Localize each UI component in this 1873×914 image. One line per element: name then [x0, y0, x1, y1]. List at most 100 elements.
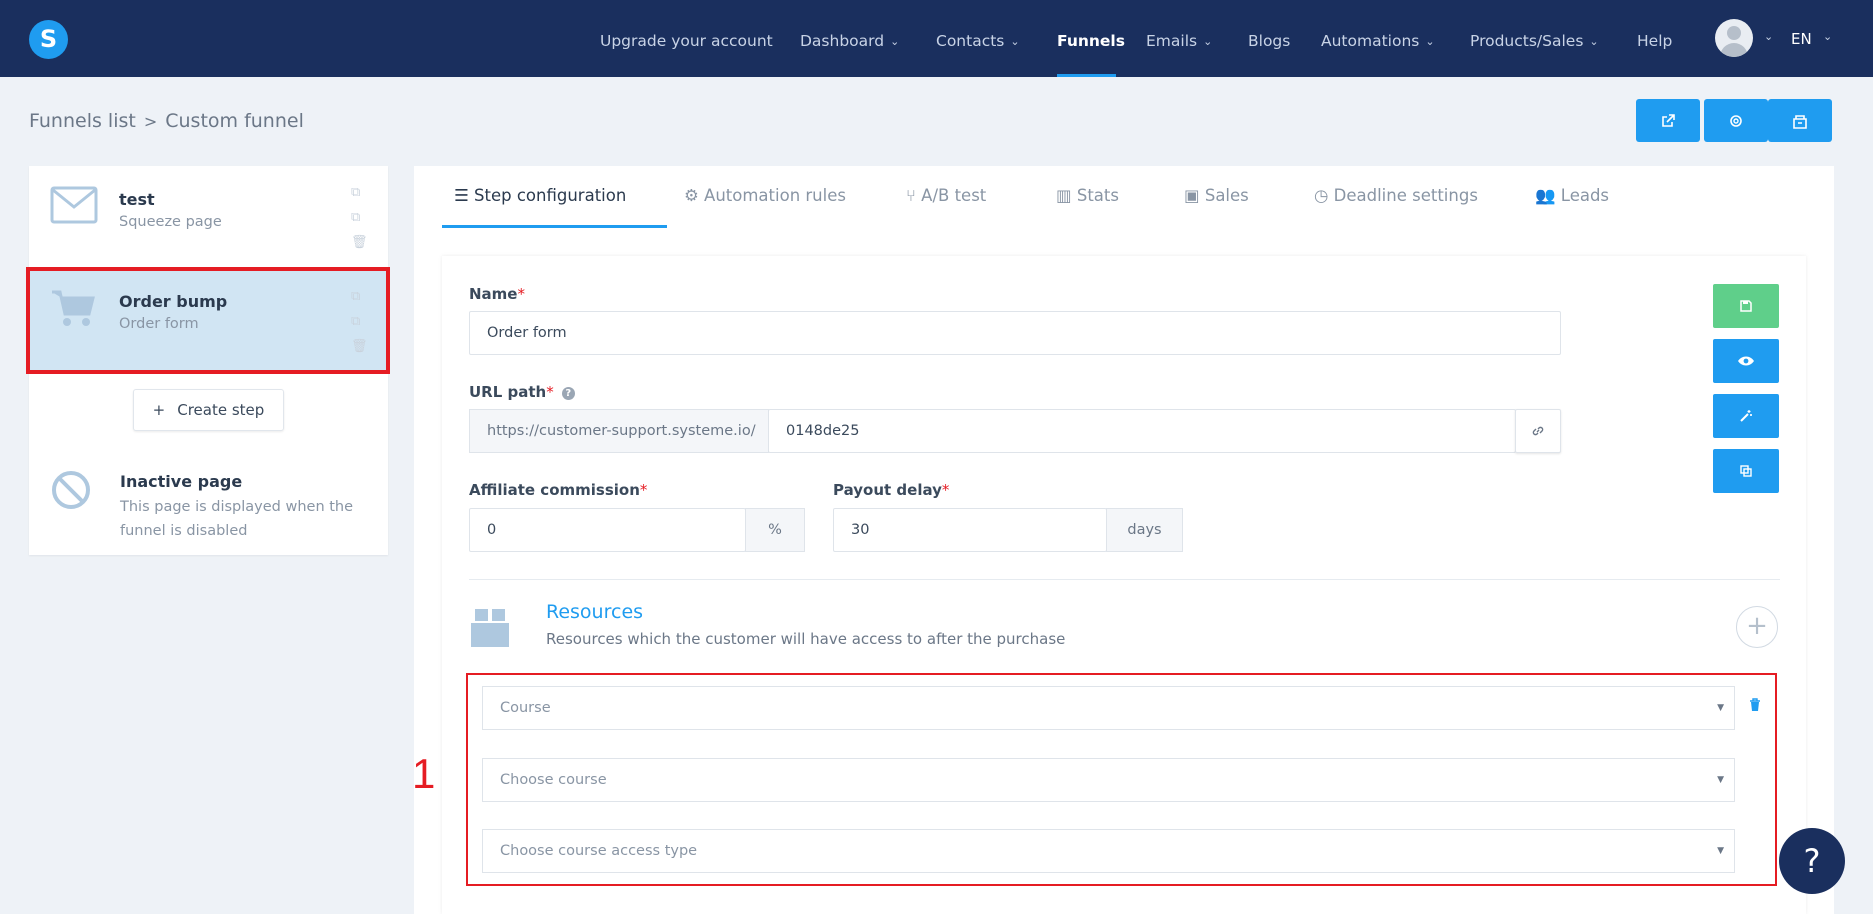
required-mark: * [639, 481, 648, 499]
duplicate-button[interactable] [1713, 449, 1779, 493]
tab-leads[interactable]: 👥 Leads [1535, 186, 1609, 206]
resource-type-select[interactable]: Course ▼ [482, 686, 1735, 730]
language-selector[interactable]: EN [1791, 30, 1812, 48]
step-subtitle-line2: funnel is disabled [120, 523, 248, 539]
systeme-logo[interactable]: S [29, 20, 68, 59]
top-navbar: S Upgrade your account Dashboard ⌄ Contac… [0, 0, 1873, 77]
copy-icon[interactable]: ⧉ [351, 284, 368, 309]
funnel-step-test[interactable]: test Squeeze page ⧉ ⧉ 🗑 [29, 166, 388, 267]
funnel-settings-button[interactable] [1704, 99, 1768, 142]
nav-products-sales[interactable]: Products/Sales ⌄ [1470, 0, 1599, 77]
tab-step-configuration[interactable]: ☰ Step configuration [454, 186, 626, 205]
select-value: Choose course [500, 772, 607, 788]
trash-icon[interactable]: 🗑 [351, 230, 368, 255]
edit-page-button[interactable] [1713, 394, 1779, 438]
tab-label: Automation rules [704, 186, 846, 205]
course-access-type-select[interactable]: Choose course access type ▼ [482, 829, 1735, 873]
tab-label: A/B test [921, 186, 987, 205]
nav-label: Help [1637, 32, 1673, 50]
section-divider [469, 579, 1780, 580]
choose-course-select[interactable]: Choose course ▼ [482, 758, 1735, 802]
nav-label: Dashboard [800, 32, 885, 50]
step-subtitle: Squeeze page [119, 214, 222, 230]
days-addon: days [1106, 508, 1183, 552]
tab-ab-test[interactable]: ⑂ A/B test [906, 186, 986, 205]
copy-icon[interactable]: ⧉ [351, 180, 368, 205]
label-text: Payout delay [833, 481, 942, 499]
breadcrumb-current: Custom funnel [165, 110, 304, 132]
caret-down-icon: ▼ [1717, 703, 1724, 713]
money-icon: ▣ [1184, 186, 1205, 205]
required-mark: * [517, 285, 525, 303]
nav-help[interactable]: Help [1637, 0, 1672, 77]
tab-label: Step configuration [474, 186, 627, 205]
url-path-label: URL path*? [469, 383, 575, 401]
user-avatar[interactable] [1715, 19, 1753, 57]
nav-label: Upgrade your account [600, 32, 773, 50]
caret-down-icon: ▼ [1717, 775, 1724, 785]
copy-url-button[interactable] [1515, 409, 1561, 453]
nav-upgrade-account[interactable]: Upgrade your account [600, 0, 773, 77]
payout-delay-input[interactable]: 30 [833, 508, 1107, 552]
magic-wand-icon [1740, 410, 1752, 422]
name-input[interactable]: Order form [469, 311, 1561, 355]
inactive-page-step[interactable]: Inactive page This page is displayed whe… [29, 465, 388, 550]
tab-label: Leads [1560, 186, 1610, 205]
chevron-down-icon: ⌄ [1589, 35, 1599, 48]
save-button[interactable] [1713, 284, 1779, 328]
annotation-number: 1 [412, 750, 436, 797]
chevron-down-icon[interactable]: ⌄ [1764, 30, 1773, 43]
nav-label: Blogs [1248, 32, 1291, 50]
bar-chart-icon: ▥ [1056, 186, 1077, 205]
breadcrumb-funnels-list[interactable]: Funnels list [29, 110, 136, 132]
delete-resource-button[interactable] [1749, 697, 1761, 716]
marketplace-button[interactable] [1768, 99, 1832, 142]
tab-deadline-settings[interactable]: ◷ Deadline settings [1314, 186, 1478, 205]
url-path-input[interactable]: 0148de25 [768, 409, 1516, 453]
question-icon[interactable]: ? [561, 387, 575, 400]
breadcrumb-separator: > [143, 112, 158, 131]
settings-icon [1730, 114, 1742, 127]
tab-automation-rules[interactable]: ⚙ Automation rules [684, 186, 846, 205]
nav-label: Products/Sales [1470, 32, 1584, 50]
funnel-step-order-bump[interactable]: Order bump Order form ⧉ ⧉ 🗑 [29, 270, 388, 371]
open-funnel-button[interactable] [1636, 99, 1700, 142]
url-prefix: https://customer-support.systeme.io/ [469, 409, 769, 453]
help-chat-button[interactable]: ? [1779, 828, 1845, 894]
nav-automations[interactable]: Automations ⌄ [1321, 0, 1435, 77]
nav-contacts[interactable]: Contacts ⌄ [936, 0, 1020, 77]
copy-icon [1740, 465, 1752, 477]
nav-funnels[interactable]: Funnels [1057, 0, 1125, 77]
tab-label: Deadline settings [1333, 186, 1478, 205]
nav-blogs[interactable]: Blogs [1248, 0, 1290, 77]
step-title: Inactive page [120, 472, 243, 491]
step-title: test [119, 190, 155, 209]
tab-sales[interactable]: ▣ Sales [1184, 186, 1249, 205]
create-step-button[interactable]: + Create step [133, 389, 284, 431]
label-text: URL path [469, 383, 547, 401]
trash-icon[interactable]: 🗑 [351, 334, 368, 359]
step-actions: ⧉ ⧉ 🗑 [351, 284, 368, 359]
gears-icon: ⚙ [684, 186, 705, 205]
envelope-icon [50, 186, 98, 224]
affiliate-commission-label: Affiliate commission* [469, 481, 647, 499]
nav-dashboard[interactable]: Dashboard ⌄ [800, 0, 899, 77]
clone-icon[interactable]: ⧉ [351, 309, 368, 334]
clone-icon[interactable]: ⧉ [351, 205, 368, 230]
affiliate-commission-input[interactable]: 0 [469, 508, 746, 552]
eye-icon [1738, 356, 1754, 366]
avatar-body-shape [1720, 43, 1748, 57]
select-value: Course [500, 700, 551, 716]
add-resource-button[interactable]: + [1736, 606, 1778, 648]
external-link-icon [1662, 113, 1675, 127]
create-step-label: Create step [177, 401, 265, 419]
preview-button[interactable] [1713, 339, 1779, 383]
nav-emails[interactable]: Emails ⌄ [1146, 0, 1212, 77]
active-tab-indicator [442, 225, 667, 228]
payout-delay-label: Payout delay* [833, 481, 949, 499]
name-label: Name* [469, 285, 525, 303]
tab-stats[interactable]: ▥ Stats [1056, 186, 1119, 205]
chevron-down-icon[interactable]: ⌄ [1823, 30, 1832, 43]
select-value: Choose course access type [500, 843, 698, 859]
nav-label: Emails [1146, 32, 1198, 50]
